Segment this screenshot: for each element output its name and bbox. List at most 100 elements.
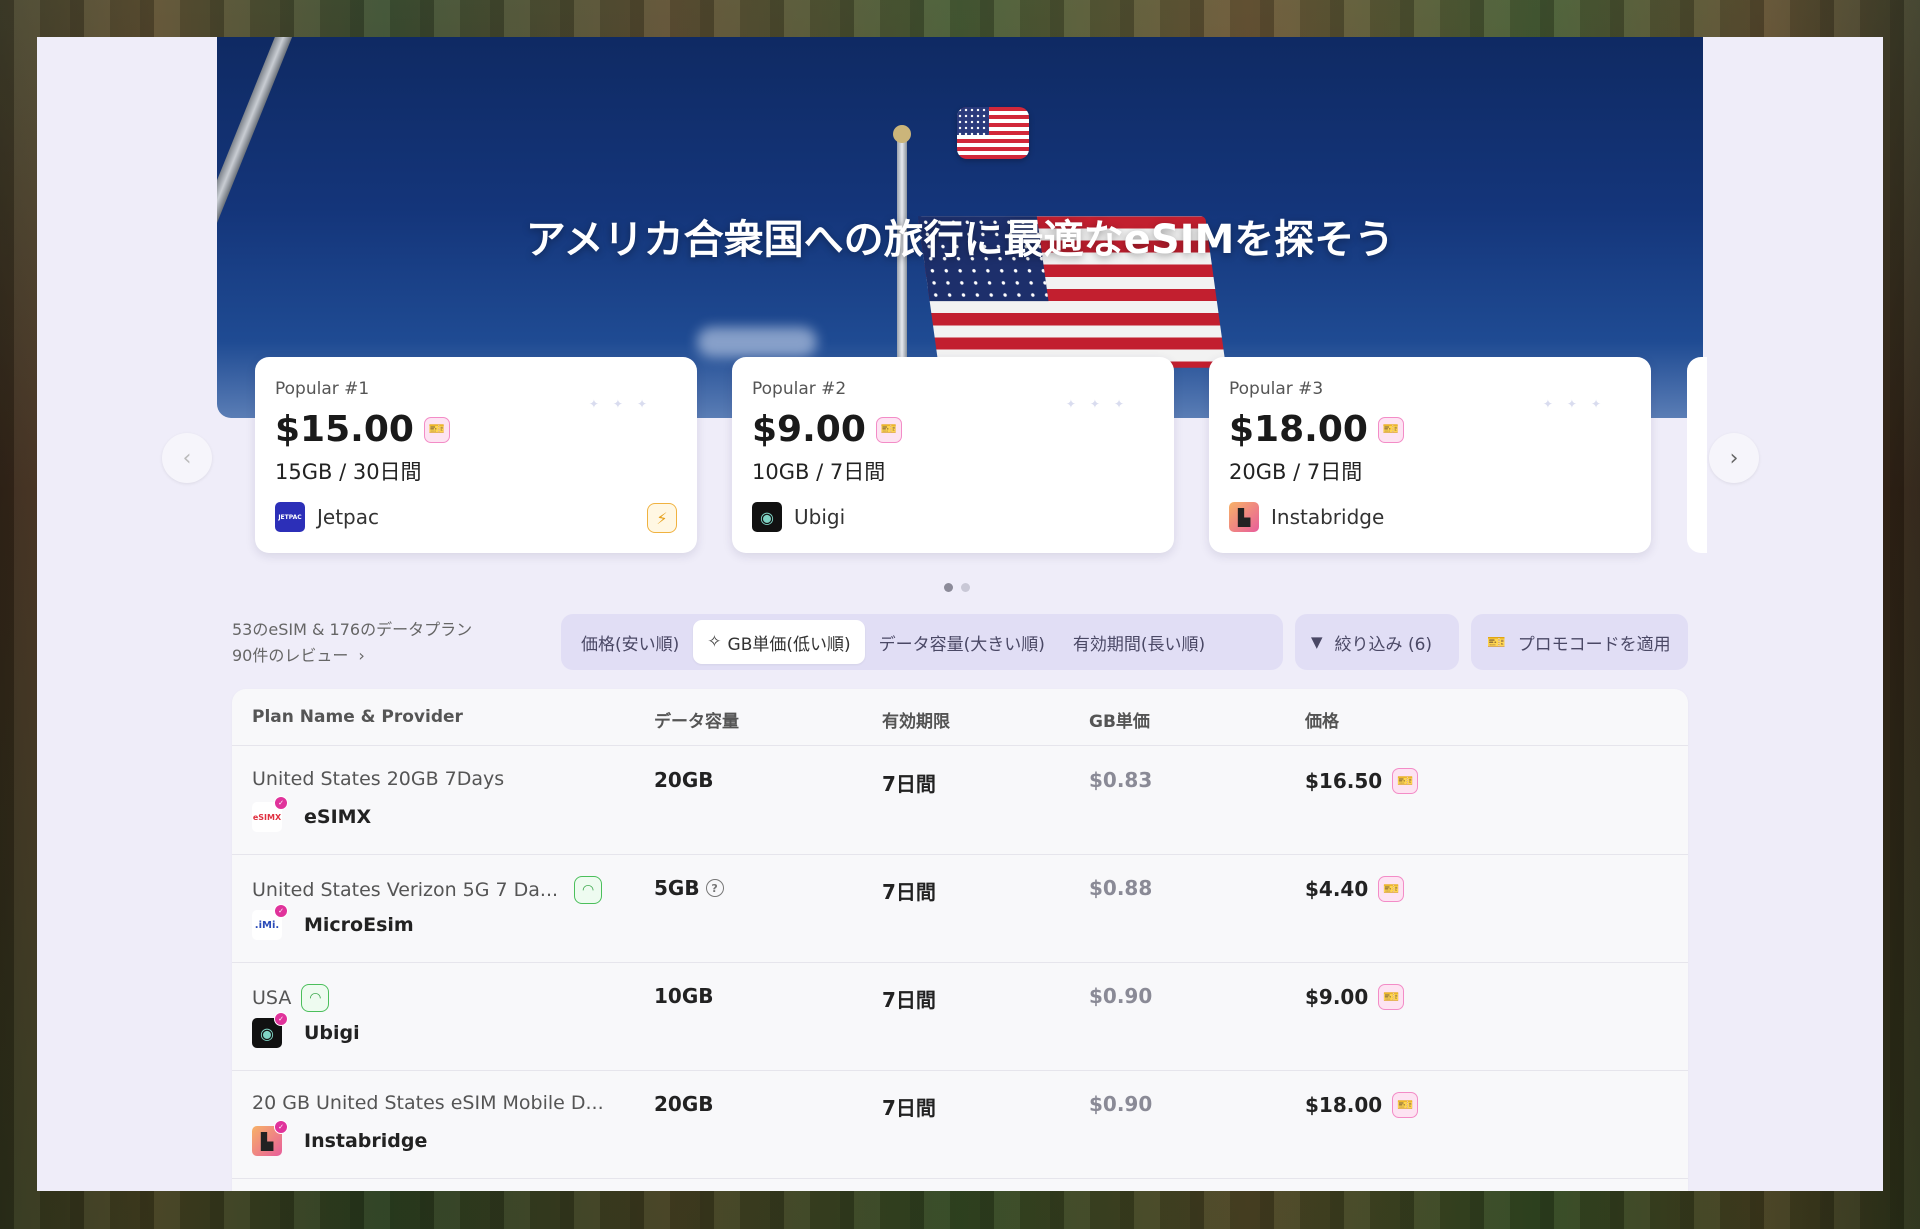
sort-tab-price-per-gb[interactable]: ✧ GB単価(低い順) [693,620,865,664]
plan-price: $4.40 [1305,877,1369,901]
promo-ticket-icon: 🎫 [1392,768,1419,794]
validity-period: 7日間 [882,772,936,796]
popular-rank: Popular #1 [275,379,370,399]
lightning-bolt-icon: ⚡ [647,503,677,533]
promo-code-label: プロモコードを適用 [1517,634,1671,655]
plan-price: $18.00 [1229,409,1368,450]
plan-summary: 15GB / 30日間 [275,460,422,484]
flag-pole-knob [893,125,911,143]
verified-check-icon: ✓ [274,904,288,918]
plan-price: $16.50 [1305,769,1383,793]
help-question-icon[interactable]: ? [705,879,724,897]
carousel-pagination [944,583,970,592]
us-flag-icon [957,107,1029,159]
column-header-data[interactable]: データ容量 [654,707,739,732]
popular-plan-card-4-peek[interactable] [1687,357,1707,553]
sort-tab-price[interactable]: 価格(安い順) [567,620,693,664]
chevron-right-icon: › [358,646,365,665]
provider-name: Jetpac [317,505,379,529]
instabridge-logo-icon: ▙ ✓ [252,1120,288,1156]
plan-summary: 20GB / 7日間 [1229,460,1363,484]
provider-name: eSIMX [304,806,372,828]
provider-name: Ubigi [794,505,846,529]
sort-tab-label: GB単価(低い順) [727,634,851,655]
column-header-price[interactable]: 価格 [1305,707,1339,732]
ubigi-logo-icon: ◉ ✓ [252,1012,288,1048]
plan-name[interactable]: United States 20GB 7Days [252,768,504,790]
provider-cell: ◉ ✓ Ubigi [252,1012,360,1048]
jetpac-logo-icon: JETPAC [275,502,305,532]
sparkle-icon: ✦✦✦ [1065,397,1138,411]
microesim-logo-icon: .iMi. ✓ [252,904,288,940]
verified-check-icon: ✓ [274,1012,288,1026]
plan-price: $9.00 [1305,985,1369,1009]
popular-rank: Popular #2 [752,379,847,399]
table-row[interactable]: 20 GB United States eSIM Mobile D... ▙ ✓… [232,1070,1688,1179]
plan-price: $18.00 [1305,1093,1383,1117]
plan-name[interactable]: 20 GB United States eSIM Mobile D... [252,1092,604,1114]
signal-feed-icon: ◠ [301,984,330,1012]
table-row[interactable]: United States Verizon 5G 7 Da... ◠ .iMi.… [232,854,1688,963]
column-header-plan[interactable]: Plan Name & Provider [252,707,463,727]
ubigi-logo-icon: ◉ [752,502,782,532]
provider-name: MicroEsim [304,914,414,936]
carousel-prev-button[interactable]: ‹ [162,433,212,483]
data-amount: 10GB [654,984,714,1008]
data-amount: 5GB [654,876,700,900]
popular-plan-card-3[interactable]: ✦✦✦ Popular #3 $18.00 🎫 20GB / 7日間 ▙ Ins… [1209,357,1651,553]
background-cloud [697,327,817,357]
provider-name: Instabridge [1271,505,1385,529]
carousel-next-button[interactable]: › [1709,433,1759,483]
price-per-gb: $0.83 [1089,768,1153,792]
signal-feed-icon: ◠ [574,876,603,904]
filter-label: 絞り込み (6) [1334,634,1433,655]
apply-promo-code-button[interactable]: 🎫 プロモコードを適用 [1471,614,1688,670]
plan-price: $9.00 [752,409,866,450]
page-title: アメリカ合衆国への旅行に最適なeSIMを探そう [525,217,1395,263]
promo-ticket-icon: 🎫 [875,416,902,443]
table-header: Plan Name & Provider データ容量 有効期限 GB単価 価格 [232,689,1688,746]
popular-plan-card-2[interactable]: ✦✦✦ Popular #2 $9.00 🎫 10GB / 7日間 ◉ Ubig… [732,357,1174,553]
verified-check-icon: ✓ [274,796,288,810]
table-row[interactable]: United States 20GB 7Days eSIMX ✓ eSIMX 2… [232,746,1688,855]
sparkle-icon: ✦✦✦ [1542,397,1615,411]
provider-cell: .iMi. ✓ MicroEsim [252,904,414,940]
data-amount: 20GB [654,768,714,792]
plans-table: Plan Name & Provider データ容量 有効期限 GB単価 価格 … [232,689,1688,1191]
data-amount: 20GB [654,1092,714,1116]
sparkle-icon: ✧ [707,632,722,652]
filter-funnel-icon: ▼ [1311,633,1323,651]
provider-name: Ubigi [304,1022,360,1044]
reviews-count: 90件のレビュー [232,646,349,665]
sort-tab-validity[interactable]: 有効期間(長い順) [1059,620,1219,664]
instabridge-logo-icon: ▙ [1229,502,1259,532]
validity-period: 7日間 [882,880,936,904]
table-row[interactable]: USA ◠ ◉ ✓ Ubigi 10GB 7日間 $0.90 $9.00 🎫 [232,962,1688,1071]
chevron-right-icon: › [1729,445,1739,471]
filter-button[interactable]: ▼ 絞り込み (6) [1295,614,1459,670]
column-header-validity[interactable]: 有効期限 [882,707,950,732]
validity-period: 7日間 [882,988,936,1012]
promo-ticket-icon: 🎫 [1377,416,1404,443]
verified-check-icon: ✓ [274,1120,288,1134]
sparkle-icon: ✦✦✦ [588,397,661,411]
promo-ticket-icon: 🎫 [1378,984,1405,1010]
plan-name[interactable]: USA [252,987,291,1009]
validity-period: 7日間 [882,1096,936,1120]
results-summary: 53のeSIM & 176のデータプラン 90件のレビュー › [232,617,472,669]
reviews-link[interactable]: 90件のレビュー › [232,643,472,669]
popular-rank: Popular #3 [1229,379,1324,399]
promo-ticket-icon: 🎫 [1392,1092,1419,1118]
sort-options: 価格(安い順) ✧ GB単価(低い順) データ容量(大きい順) 有効期間(長い順… [561,614,1283,670]
provider-cell: ▙ ✓ Instabridge [252,1120,427,1156]
plan-name[interactable]: United States Verizon 5G 7 Da... [252,879,558,901]
plan-count-text: 53のeSIM & 176のデータプラン [232,620,473,639]
price-per-gb: $0.90 [1089,984,1153,1008]
chevron-left-icon: ‹ [182,445,192,471]
carousel-dot-1[interactable] [944,583,953,592]
browser-page: アメリカ合衆国への旅行に最適なeSIMを探そう ‹ ✦✦✦ Popular #1… [37,37,1883,1191]
carousel-dot-2[interactable] [961,583,970,592]
column-header-price-per-gb[interactable]: GB単価 [1089,707,1150,732]
popular-plan-card-1[interactable]: ✦✦✦ Popular #1 $15.00 🎫 15GB / 30日間 JETP… [255,357,697,553]
sort-tab-data-size[interactable]: データ容量(大きい順) [865,620,1059,664]
